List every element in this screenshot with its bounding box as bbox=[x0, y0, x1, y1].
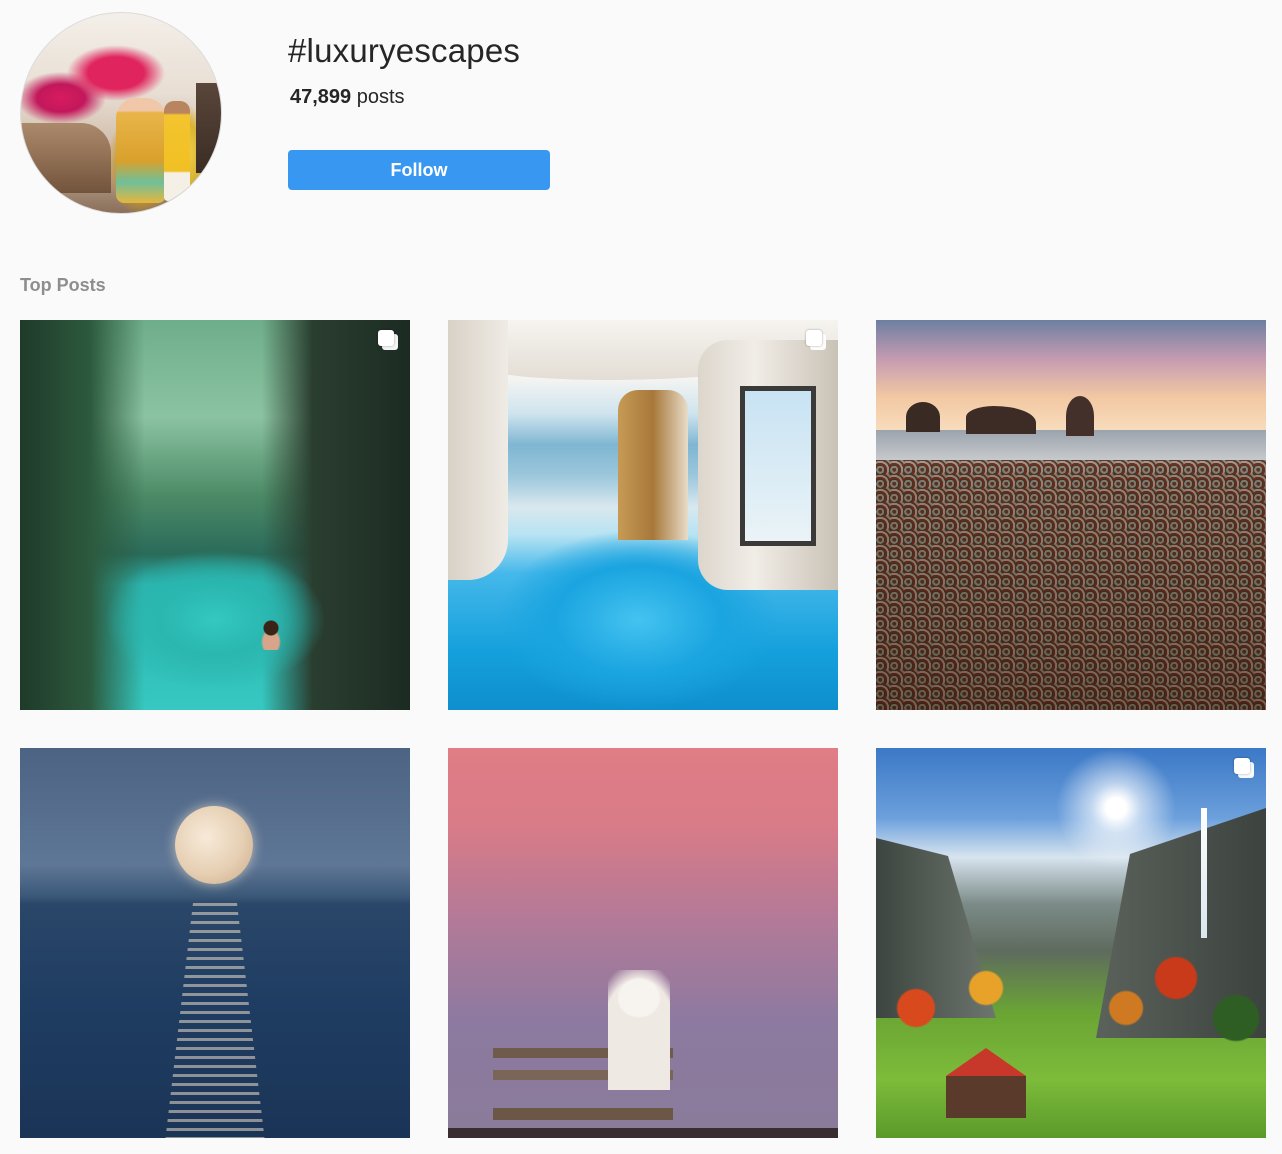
post-count-suffix: posts bbox=[351, 86, 405, 108]
avatar-person bbox=[164, 101, 190, 201]
multiple-photos-icon bbox=[806, 330, 828, 352]
cave-rock bbox=[448, 320, 508, 580]
hashtag-page: #luxuryescapes 47,899 posts Follow Top P… bbox=[0, 0, 1282, 1154]
avatar-wall bbox=[21, 123, 111, 193]
cave-window bbox=[740, 386, 816, 546]
post-count-number: 47,899 bbox=[290, 86, 352, 108]
ground bbox=[448, 1128, 838, 1138]
moon-reflection bbox=[165, 903, 265, 1138]
post-count: 47,899 posts bbox=[290, 86, 405, 109]
moon bbox=[175, 806, 253, 884]
multiple-photos-icon bbox=[378, 330, 400, 352]
avatar-door bbox=[196, 83, 221, 173]
multiple-photos-icon bbox=[1234, 758, 1256, 780]
top-posts-label: Top Posts bbox=[20, 275, 106, 295]
hashtag-title: #luxuryescapes bbox=[288, 32, 521, 69]
white-dog bbox=[608, 970, 670, 1090]
follow-button[interactable]: Follow bbox=[288, 150, 550, 190]
post-tile[interactable] bbox=[20, 748, 410, 1138]
post-tile[interactable] bbox=[876, 320, 1266, 710]
post-tile[interactable] bbox=[448, 748, 838, 1138]
autumn-trees bbox=[876, 948, 1266, 1048]
cave-rock bbox=[618, 390, 688, 540]
avatar-person bbox=[116, 98, 166, 203]
post-tile[interactable] bbox=[20, 320, 410, 710]
swimmer bbox=[260, 620, 282, 650]
sea-stack bbox=[906, 402, 940, 432]
sea-stack bbox=[1066, 396, 1094, 436]
post-tile[interactable] bbox=[448, 320, 838, 710]
chalet bbox=[946, 1048, 1026, 1118]
post-tile[interactable] bbox=[876, 748, 1266, 1138]
hashtag-avatar[interactable] bbox=[20, 12, 222, 214]
waterfall bbox=[1201, 808, 1207, 938]
